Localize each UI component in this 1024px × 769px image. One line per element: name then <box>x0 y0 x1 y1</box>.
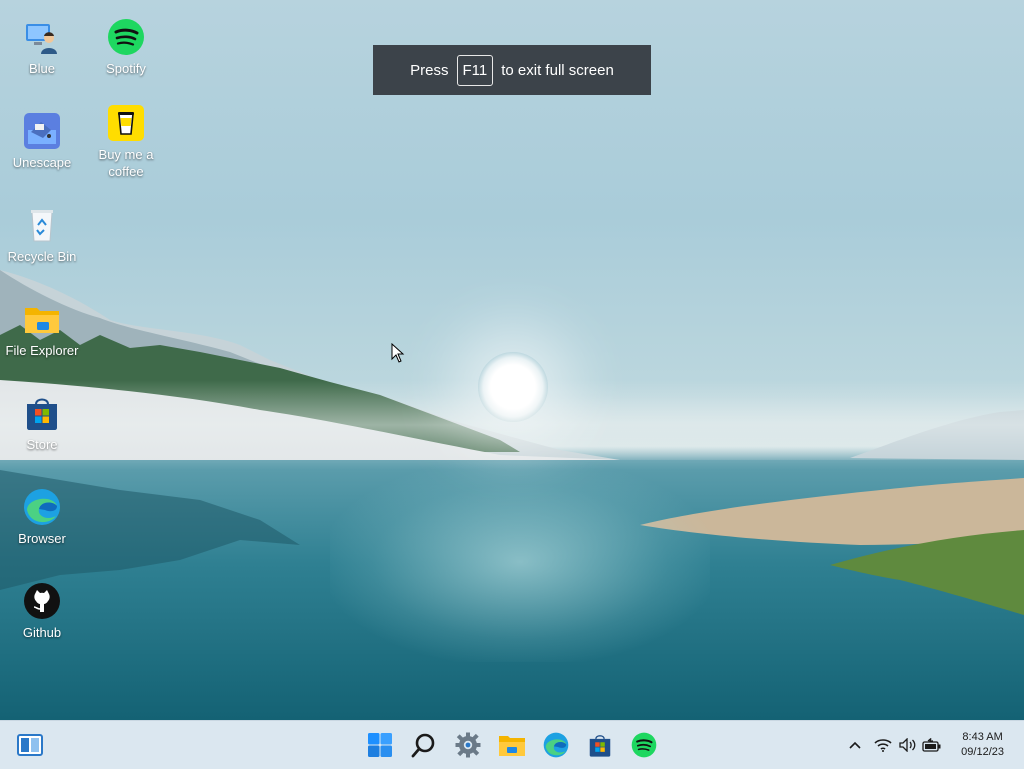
system-clock[interactable]: 8:43 AM 09/12/23 <box>961 730 1004 760</box>
desktop-icon-label: Buy me a coffee <box>98 147 154 179</box>
desktop-icon-label: Unescape <box>12 155 72 170</box>
battery-icon <box>922 738 941 752</box>
user-icon <box>23 18 61 56</box>
clock-date: 09/12/23 <box>961 746 1004 758</box>
coffee-cup-icon <box>107 104 145 142</box>
start-button[interactable] <box>364 729 396 761</box>
desktop-icon-blue[interactable]: Blue <box>0 18 84 77</box>
wifi-icon <box>874 739 892 752</box>
chevron-up-icon <box>849 741 861 749</box>
desktop-icon-browser[interactable]: Browser <box>0 488 84 547</box>
file-explorer-icon <box>499 736 525 756</box>
desktop-icon-label: Browser <box>18 531 66 546</box>
search-icon <box>411 733 435 758</box>
desktop-icon-buy-me-a-coffee[interactable]: Buy me a coffee <box>84 104 168 180</box>
github-icon <box>23 582 61 620</box>
store-icon <box>589 735 611 757</box>
clock-time: 8:43 AM <box>962 731 1003 743</box>
desktop-icon-label: Blue <box>28 61 56 76</box>
desktop-icon-unescape[interactable]: Unescape <box>0 112 84 171</box>
store-icon <box>23 394 61 432</box>
volume-button[interactable] <box>898 735 918 755</box>
desktop-icon-github[interactable]: Github <box>0 582 84 641</box>
banner-suffix: to exit full screen <box>501 61 614 79</box>
folder-icon <box>23 300 61 338</box>
unescape-game-icon <box>23 112 61 150</box>
spotify-icon <box>631 732 657 758</box>
edge-browser-icon <box>23 488 61 526</box>
search-button[interactable] <box>408 729 440 761</box>
network-button[interactable] <box>873 735 893 755</box>
spotify-icon <box>107 18 145 56</box>
desktop-icon-spotify[interactable]: Spotify <box>84 18 168 77</box>
desktop-icon-label: File Explorer <box>5 343 79 358</box>
desktop-icon-label: Store <box>26 437 58 452</box>
desktop-icon-recycle-bin[interactable]: Recycle Bin <box>0 206 84 265</box>
battery-button[interactable] <box>922 735 942 755</box>
edge-taskbar-button[interactable] <box>540 729 572 761</box>
spotify-taskbar-button[interactable] <box>628 729 660 761</box>
recycle-bin-icon <box>23 206 61 244</box>
volume-icon <box>899 738 916 752</box>
water-reflection <box>330 462 710 662</box>
fullscreen-exit-banner: Press F11 to exit full screen <box>373 45 651 95</box>
desktop-icon-label: Github <box>22 625 62 640</box>
store-taskbar-button[interactable] <box>584 729 616 761</box>
banner-prefix: Press <box>410 61 449 79</box>
show-hidden-icons-button[interactable] <box>845 735 865 755</box>
desktop-wallpaper: Blue Spotify Unescape Buy me a coffee Re… <box>0 0 1024 720</box>
f11-key: F11 <box>456 54 494 86</box>
edge-icon <box>543 732 569 758</box>
sun <box>478 352 548 422</box>
taskbar: 8:43 AM 09/12/23 <box>0 720 1024 769</box>
desktop-icon-store[interactable]: Store <box>0 394 84 453</box>
desktop-icon-file-explorer[interactable]: File Explorer <box>0 300 84 359</box>
settings-button[interactable] <box>452 729 484 761</box>
settings-icon <box>455 732 481 758</box>
desktop-icon-label: Spotify <box>106 61 146 76</box>
widgets-button[interactable] <box>14 729 46 761</box>
start-icon <box>368 733 392 757</box>
file-explorer-taskbar-button[interactable] <box>496 729 528 761</box>
mouse-cursor-icon <box>391 343 405 363</box>
widgets-icon <box>17 734 43 756</box>
desktop-icon-label: Recycle Bin <box>7 249 77 264</box>
